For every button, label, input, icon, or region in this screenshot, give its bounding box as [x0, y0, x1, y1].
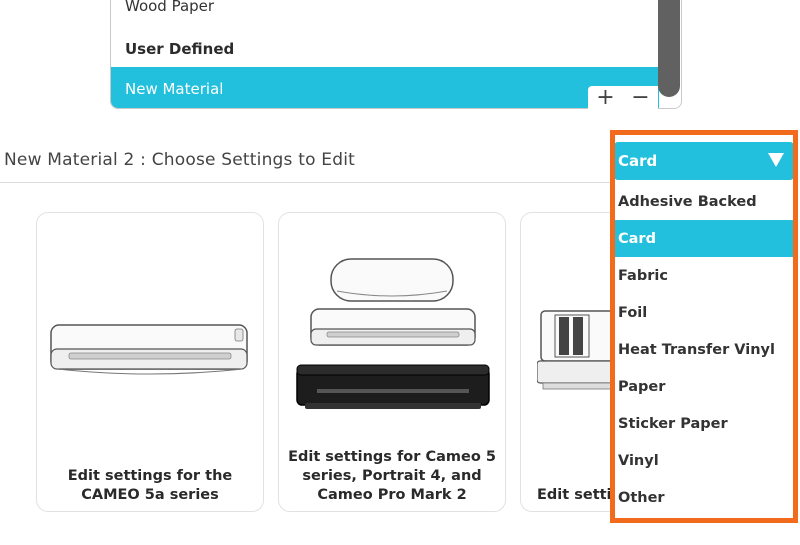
material-item-label: New Material — [125, 79, 224, 98]
material-list-scrollbar[interactable] — [658, 0, 681, 108]
remove-material-button[interactable]: − — [631, 87, 649, 109]
material-group-label: User Defined — [125, 39, 235, 58]
cameo-5a-machine-icon — [50, 324, 248, 375]
add-material-button[interactable]: + — [596, 87, 614, 109]
card-label: Edit settings for Cameo 5 series, Portra… — [288, 449, 496, 503]
card-label: Edit settings for the CAMEO 5a series — [67, 468, 233, 503]
material-item-new-material[interactable]: New Material — [111, 67, 659, 108]
machine-card-cameo-5-portrait-4[interactable]: Edit settings for Cameo 5 series, Portra… — [278, 212, 506, 512]
material-item-wood-paper[interactable]: Wood Paper — [111, 0, 659, 27]
cameo-5-portrait-4-machine-icon — [296, 258, 490, 409]
material-group-user-defined[interactable]: User Defined — [111, 27, 659, 70]
material-item-label: Wood Paper — [125, 0, 215, 15]
scrollbar-thumb[interactable] — [658, 0, 680, 97]
divider — [0, 182, 612, 183]
machine-card-cameo-5a[interactable]: Edit settings for the CAMEO 5a series — [36, 212, 264, 512]
highlight-box — [610, 130, 798, 523]
add-remove-controls: + − — [588, 86, 658, 110]
page-title: New Material 2 : Choose Settings to Edit — [4, 150, 355, 170]
